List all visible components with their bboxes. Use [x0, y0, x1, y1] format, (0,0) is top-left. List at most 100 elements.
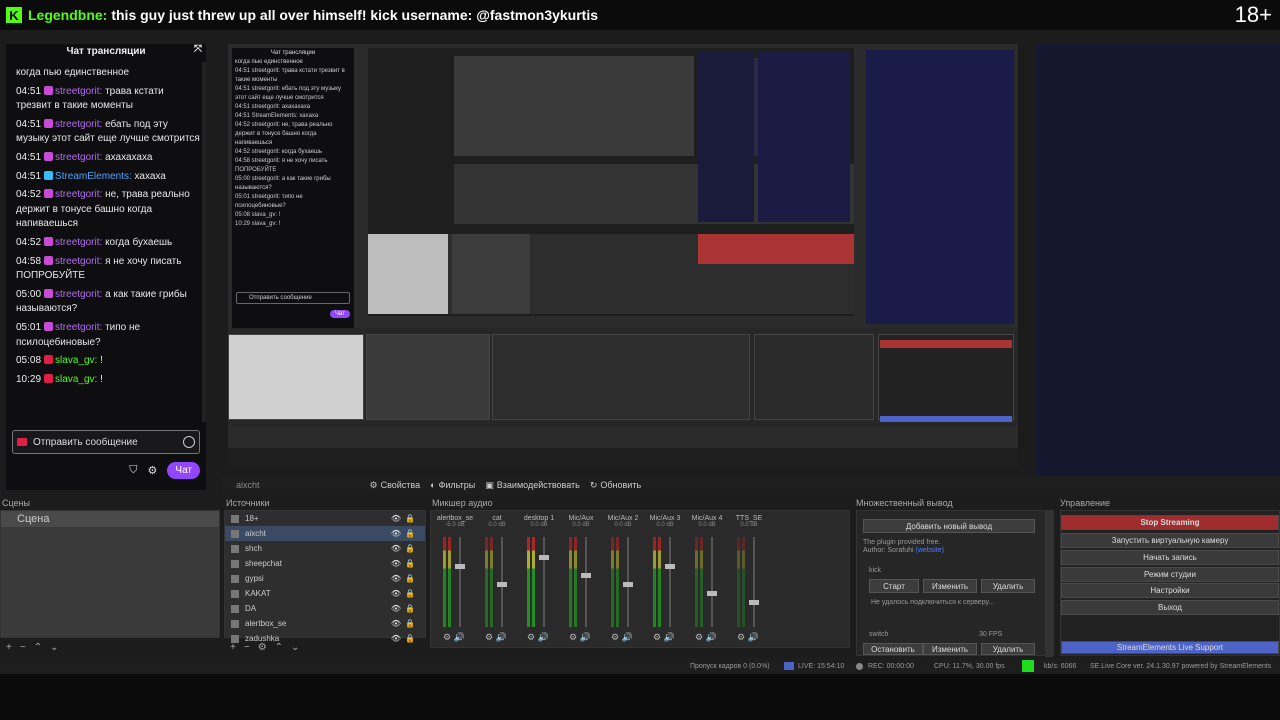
volume-fader[interactable] — [585, 537, 587, 627]
speaker-icon[interactable]: 🔊 — [538, 632, 549, 642]
message-username[interactable]: StreamElements: — [55, 171, 132, 182]
down-icon[interactable]: ⌄ — [50, 642, 58, 653]
source-item[interactable]: aixcht 👁 🔒 — [225, 526, 425, 541]
source-item[interactable]: sheepchat 👁 🔒 — [225, 556, 425, 571]
up-icon[interactable]: ⌃ — [275, 642, 283, 653]
volume-fader[interactable] — [459, 537, 461, 627]
lock-icon[interactable]: 🔒 — [405, 589, 415, 598]
message-username[interactable]: slava_gv: — [55, 374, 97, 385]
fader-knob[interactable] — [749, 600, 759, 605]
visibility-eye-icon[interactable]: 👁 — [391, 544, 401, 553]
lock-icon[interactable]: 🔒 — [405, 559, 415, 568]
edit-output2-button[interactable]: Изменить — [923, 643, 977, 655]
source-item[interactable]: shch 👁 🔒 — [225, 541, 425, 556]
properties-button[interactable]: ⚙ Свойства — [370, 480, 421, 491]
multi-scrollbar[interactable] — [1045, 511, 1053, 657]
message-username[interactable]: streetgorit: — [55, 289, 102, 300]
visibility-eye-icon[interactable]: 👁 — [391, 589, 401, 598]
add-output-button[interactable]: Добавить новый вывод — [863, 519, 1035, 533]
chat-scrollbar[interactable] — [202, 62, 206, 422]
start-output-button[interactable]: Старт — [869, 579, 919, 593]
speaker-icon[interactable]: 🔊 — [706, 632, 717, 642]
remove-icon[interactable]: − — [20, 642, 26, 653]
scene-item[interactable]: Сцена — [1, 511, 219, 527]
gear-icon[interactable]: ⚙ — [737, 632, 748, 642]
popout-icon[interactable]: ⤧ — [194, 44, 202, 55]
up-icon[interactable]: ⌃ — [34, 642, 42, 653]
message-username[interactable]: streetgorit: — [55, 322, 102, 333]
fader-knob[interactable] — [623, 582, 633, 587]
gear-icon[interactable]: ⚙ — [527, 632, 538, 642]
chat-send-button[interactable]: Чат — [167, 462, 200, 479]
down-icon[interactable]: ⌄ — [291, 642, 299, 653]
interact-button[interactable]: ▣ Взаимодействовать — [485, 480, 580, 491]
shield-icon[interactable]: ⛉ — [129, 464, 137, 477]
message-username[interactable]: streetgorit: — [55, 119, 102, 130]
filters-button[interactable]: ◐ Фильтры — [430, 480, 475, 490]
lock-icon[interactable]: 🔒 — [405, 514, 415, 523]
chat-message-input[interactable]: Отправить сообщение — [12, 430, 200, 454]
source-item[interactable]: alertbox_se 👁 🔒 — [225, 616, 425, 631]
fader-knob[interactable] — [707, 591, 717, 596]
remove-icon[interactable]: − — [244, 642, 250, 653]
volume-fader[interactable] — [543, 537, 545, 627]
exit-button[interactable]: Выход — [1061, 600, 1279, 615]
start-recording-button[interactable]: Начать запись — [1061, 550, 1279, 565]
gear-icon[interactable]: ⚙ — [258, 642, 267, 653]
visibility-eye-icon[interactable]: 👁 — [391, 604, 401, 613]
gear-icon[interactable]: ⚙ — [569, 632, 580, 642]
message-username[interactable]: slava_gv: — [55, 355, 97, 366]
source-item[interactable]: 18+ 👁 🔒 — [225, 511, 425, 526]
gear-icon[interactable]: ⚙ — [695, 632, 706, 642]
lock-icon[interactable]: 🔒 — [405, 604, 415, 613]
volume-fader[interactable] — [753, 537, 755, 627]
gear-icon[interactable]: ⚙ — [443, 632, 454, 642]
speaker-icon[interactable]: 🔊 — [580, 632, 591, 642]
lock-icon[interactable]: 🔒 — [405, 529, 415, 538]
gear-icon[interactable]: ⚙ — [653, 632, 664, 642]
visibility-eye-icon[interactable]: 👁 — [391, 634, 401, 643]
edit-output-button[interactable]: Изменить — [923, 579, 977, 593]
message-username[interactable]: streetgorit: — [55, 237, 102, 248]
fader-knob[interactable] — [581, 573, 591, 578]
settings-button[interactable]: Настройки — [1061, 583, 1279, 598]
delete-output-button[interactable]: Удалить — [981, 579, 1035, 593]
gear-icon[interactable]: ⚙ — [148, 464, 158, 477]
add-icon[interactable]: + — [6, 642, 12, 653]
speaker-icon[interactable]: 🔊 — [622, 632, 633, 642]
visibility-eye-icon[interactable]: 👁 — [391, 619, 401, 628]
volume-fader[interactable] — [711, 537, 713, 627]
fader-knob[interactable] — [665, 564, 675, 569]
speaker-icon[interactable]: 🔊 — [664, 632, 675, 642]
fader-knob[interactable] — [539, 555, 549, 560]
fader-knob[interactable] — [497, 582, 507, 587]
message-username[interactable]: streetgorit: — [55, 189, 102, 200]
source-item[interactable]: gypsi 👁 🔒 — [225, 571, 425, 586]
lock-icon[interactable]: 🔒 — [405, 619, 415, 628]
stop-streaming-button[interactable]: Stop Streaming — [1061, 515, 1279, 530]
refresh-button[interactable]: ↻ Обновить — [590, 480, 641, 491]
speaker-icon[interactable]: 🔊 — [454, 632, 465, 642]
speaker-icon[interactable]: 🔊 — [748, 632, 759, 642]
volume-fader[interactable] — [669, 537, 671, 627]
stop-output-button[interactable]: Остановить — [863, 643, 923, 655]
message-username[interactable]: streetgorit: — [55, 86, 102, 97]
author-link[interactable]: (website) — [916, 547, 944, 554]
gear-icon[interactable]: ⚙ — [485, 632, 496, 642]
gear-icon[interactable]: ⚙ — [611, 632, 622, 642]
source-item[interactable]: KAKAT 👁 🔒 — [225, 586, 425, 601]
visibility-eye-icon[interactable]: 👁 — [391, 514, 401, 523]
message-username[interactable]: streetgorit: — [55, 152, 102, 163]
live-support-button[interactable]: StreamElements Live Support — [1061, 641, 1279, 654]
studio-mode-button[interactable]: Режим студии — [1061, 567, 1279, 582]
obs-preview-canvas[interactable]: Чат трансляции когда пью единственное 04:… — [228, 44, 1018, 468]
fader-knob[interactable] — [455, 564, 465, 569]
visibility-eye-icon[interactable]: 👁 — [391, 529, 401, 538]
virtual-camera-button[interactable]: Запустить виртуальную камеру — [1061, 533, 1279, 548]
delete-output2-button[interactable]: Удалить — [981, 643, 1035, 655]
visibility-eye-icon[interactable]: 👁 — [391, 559, 401, 568]
add-icon[interactable]: + — [230, 642, 236, 653]
source-item[interactable]: DA 👁 🔒 — [225, 601, 425, 616]
speaker-icon[interactable]: 🔊 — [496, 632, 507, 642]
emoji-icon[interactable] — [183, 436, 195, 448]
